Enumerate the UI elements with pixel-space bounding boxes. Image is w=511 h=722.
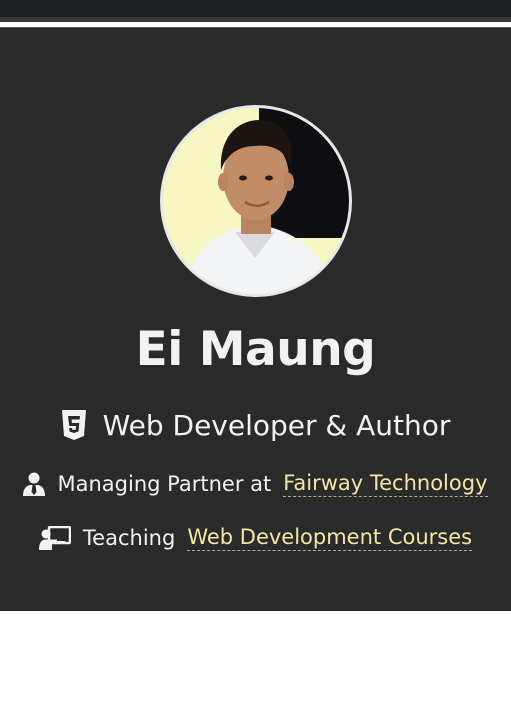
teaching-row: Teaching Web Development Courses (0, 522, 511, 554)
user-tie-icon (23, 472, 46, 496)
role-text: Web Developer & Author (102, 408, 451, 442)
fairway-technology-link[interactable]: Fairway Technology (283, 471, 488, 497)
avatar-photo (163, 108, 349, 294)
html5-icon (61, 410, 87, 440)
profile-name: Ei Maung (135, 322, 376, 377)
chalkboard-teacher-icon (38, 526, 71, 550)
web-development-courses-link[interactable]: Web Development Courses (187, 525, 473, 551)
top-bar (0, 0, 511, 22)
teaching-prefix: Teaching (82, 526, 176, 550)
role-row: Web Developer & Author (0, 405, 511, 445)
profile-card: Ei Maung Web Developer & Author Managing… (0, 27, 511, 611)
partner-prefix: Managing Partner at (57, 472, 272, 496)
profile-avatar (160, 105, 352, 297)
partner-row: Managing Partner at Fairway Technology (0, 468, 511, 500)
